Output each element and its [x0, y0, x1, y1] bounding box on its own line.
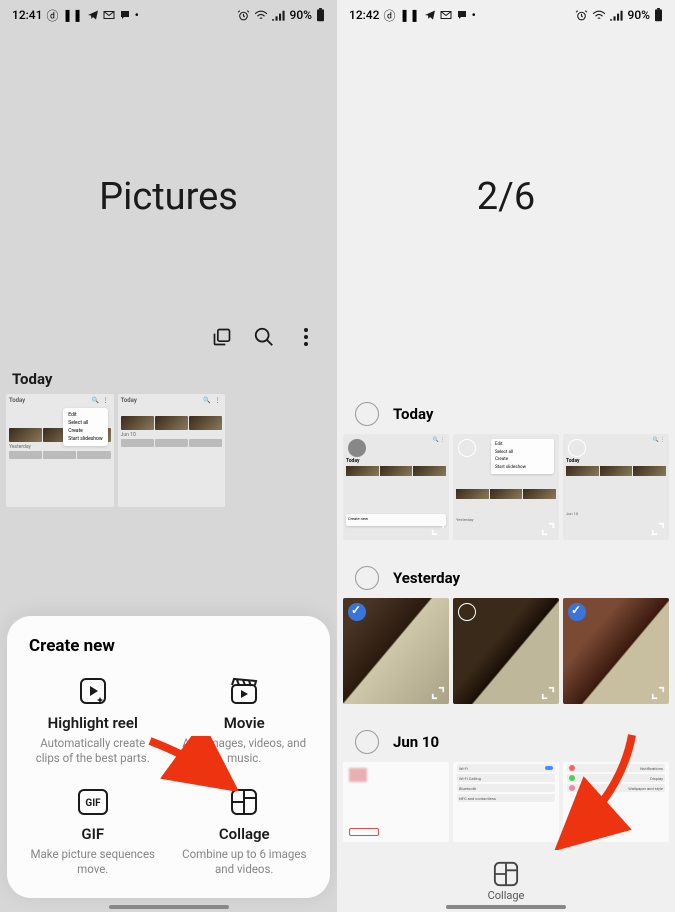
thumbnail[interactable] [563, 598, 669, 704]
section-today-row[interactable]: Today [337, 394, 675, 434]
clapper-icon [229, 676, 259, 706]
thumbnail[interactable]: 🔍 ⋮ Today Create new [343, 434, 449, 540]
thumbnail[interactable]: Edit Select all Create Start slideshow Y… [453, 434, 559, 540]
d-icon: ⓓ [46, 7, 58, 24]
toolbar [0, 314, 337, 360]
wifi-icon [254, 9, 268, 21]
expand-icon [431, 522, 445, 536]
pause-icon: ❚❚ [399, 8, 419, 22]
option-movie[interactable]: Movie Add images, videos, and music. [169, 670, 321, 773]
svg-text:GIF: GIF [85, 798, 101, 809]
page-title: Pictures [0, 175, 337, 219]
expand-icon [431, 686, 445, 700]
thumbnail[interactable]: Today 🔍 ⋮ Jun 10 [118, 394, 226, 507]
gmail-icon [440, 10, 452, 20]
thumbnail-empty [229, 394, 331, 507]
expand-icon [541, 686, 555, 700]
telegram-icon [87, 9, 99, 21]
section-jun10-row[interactable]: Jun 10 [337, 722, 675, 762]
search-icon[interactable] [253, 326, 275, 348]
expand-icon [651, 686, 665, 700]
telegram-icon [424, 9, 436, 21]
expand-icon [541, 522, 555, 536]
status-bar: 12:42 ⓓ ❚❚ • 90% [337, 0, 675, 30]
thumbnail[interactable]: Wi-Fi Wi-Fi Calling Bluetooth NFC and co… [453, 762, 559, 842]
message-icon [456, 9, 468, 21]
wifi-icon [592, 9, 606, 21]
thumbnail[interactable] [453, 598, 559, 704]
alarm-icon [575, 9, 588, 22]
screen-gallery: 12:41 ⓓ ❚❚ • 90% Pictures Today Today 🔍 … [0, 0, 337, 912]
play-sparkle-icon [78, 676, 108, 706]
gmail-icon [103, 10, 115, 20]
create-new-sheet: Create new Highlight reel Automatically … [7, 616, 330, 898]
thumbnail[interactable]: Notifications Display Wallpaper and styl… [563, 762, 669, 842]
option-highlight-reel[interactable]: Highlight reel Automatically create clip… [17, 670, 169, 773]
status-time: 12:42 [349, 8, 379, 22]
dot-icon: • [135, 8, 139, 22]
signal-icon [610, 9, 624, 21]
battery-icon [654, 8, 663, 22]
section-today: Today [0, 360, 337, 394]
thumbnail[interactable] [343, 598, 449, 704]
thumbnail[interactable]: Today 🔍 ⋮ Edit Select all Create Start s… [6, 394, 114, 507]
select-all-jun10[interactable] [355, 730, 379, 754]
collage-button[interactable]: Collage [337, 861, 675, 902]
status-bar: 12:41 ⓓ ❚❚ • 90% [0, 0, 337, 30]
option-gif[interactable]: GIF GIF Make picture sequences move. [17, 781, 169, 884]
alarm-icon [237, 9, 250, 22]
home-indicator[interactable] [109, 905, 229, 909]
thumbnail[interactable]: 🔍 ⋮ Today Jun 10 [563, 434, 669, 540]
collage-icon [229, 787, 259, 817]
stack-icon[interactable] [211, 326, 233, 348]
thumbnail[interactable] [343, 762, 449, 842]
battery-icon [316, 8, 325, 22]
status-battery: 90% [628, 8, 650, 22]
sheet-title: Create new [17, 634, 320, 670]
option-collage[interactable]: Collage Combine up to 6 images and video… [169, 781, 321, 884]
home-indicator[interactable] [446, 905, 566, 909]
d-icon: ⓓ [383, 7, 395, 24]
expand-icon [651, 522, 665, 536]
screen-selection: 12:42 ⓓ ❚❚ • 90% 2/6 Today 🔍 ⋮ Today Cre… [337, 0, 675, 912]
dot-icon: • [472, 8, 476, 22]
more-icon[interactable] [295, 326, 317, 348]
signal-icon [272, 9, 286, 21]
status-battery: 90% [290, 8, 312, 22]
gif-icon: GIF [78, 787, 108, 817]
message-icon [119, 9, 131, 21]
section-yesterday-row[interactable]: Yesterday [337, 558, 675, 598]
pause-icon: ❚❚ [62, 8, 82, 22]
select-all-today[interactable] [355, 402, 379, 426]
status-time: 12:41 [12, 8, 42, 22]
select-all-yesterday[interactable] [355, 566, 379, 590]
selection-count: 2/6 [337, 175, 675, 219]
collage-icon [493, 861, 519, 887]
